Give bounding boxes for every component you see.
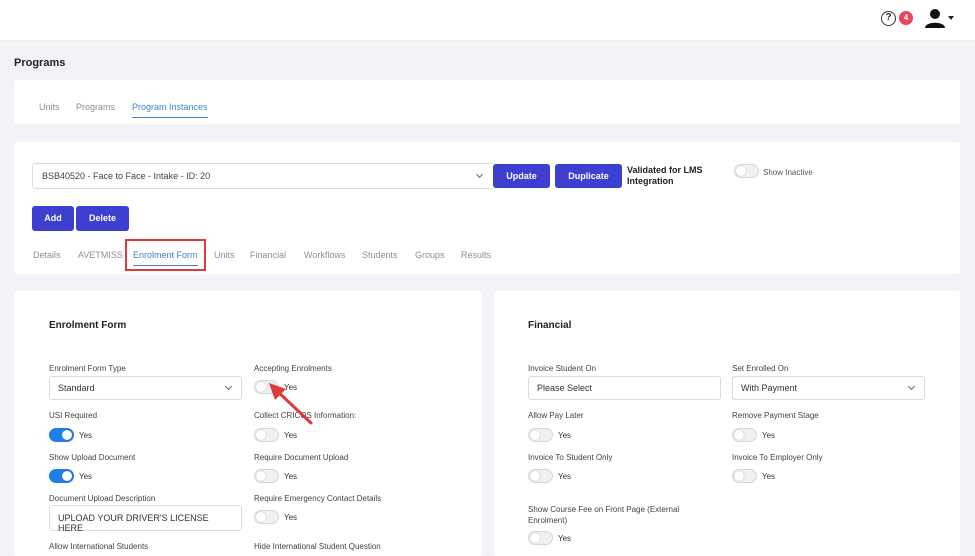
subtab-avetmiss[interactable]: AVETMISS (78, 250, 123, 260)
set-enrolled-on-select[interactable]: With Payment (732, 376, 925, 400)
yes-label: Yes (762, 472, 776, 481)
tab-program-instances[interactable]: Program Instances (132, 102, 208, 118)
show-inactive-toggle[interactable] (734, 164, 759, 178)
emergency-contact-toggle[interactable] (254, 510, 279, 524)
subtab-groups[interactable]: Groups (415, 250, 445, 260)
subtab-students[interactable]: Students (362, 250, 398, 260)
form-type-value: Standard (58, 383, 95, 393)
page-title: Programs (14, 57, 66, 69)
top-bar: ? 4 (0, 0, 975, 40)
notification-badge[interactable]: 4 (899, 11, 913, 25)
financial-panel: Financial Invoice Student On Please Sele… (494, 291, 960, 556)
yes-label: Yes (284, 431, 298, 440)
subtab-financial[interactable]: Financial (250, 250, 286, 260)
yes-label: Yes (558, 472, 572, 481)
usi-required-label: USI Required (49, 411, 98, 420)
set-enrolled-on-value: With Payment (741, 383, 798, 393)
annotation-highlight-box (125, 239, 206, 271)
duplicate-button[interactable]: Duplicate (555, 164, 622, 188)
set-enrolled-on-label: Set Enrolled On (732, 364, 789, 373)
invoice-student-only-label: Invoice To Student Only (528, 453, 613, 462)
upload-description-input[interactable]: UPLOAD YOUR DRIVER'S LICENSE HERE (49, 505, 242, 533)
upload-description-label: Document Upload Description (49, 494, 156, 503)
chevron-down-icon (475, 170, 484, 179)
program-tabs-card: Units Programs Program Instances (14, 80, 960, 124)
help-icon[interactable]: ? (881, 11, 896, 26)
yes-label: Yes (284, 513, 298, 522)
tab-programs[interactable]: Programs (76, 102, 115, 117)
subtab-workflows[interactable]: Workflows (304, 250, 345, 260)
invoice-employer-only-toggle[interactable] (732, 469, 757, 483)
subtab-details[interactable]: Details (33, 250, 61, 260)
instance-select-value: BSB40520 - Face to Face - Intake - ID: 2… (42, 171, 211, 181)
validated-lms-label: Validated for LMS Integration (627, 165, 703, 186)
invoice-employer-only-label: Invoice To Employer Only (732, 453, 823, 462)
yes-label: Yes (284, 472, 298, 481)
accepting-enrolments-label: Accepting Enrolments (254, 364, 332, 373)
require-upload-label: Require Document Upload (254, 453, 349, 462)
form-type-label: Enrolment Form Type (49, 364, 126, 373)
chevron-down-icon (224, 382, 233, 391)
course-fee-label: Show Course Fee on Front Page (External … (528, 505, 680, 525)
enrolment-form-title: Enrolment Form (49, 320, 127, 331)
invoice-student-on-label: Invoice Student On (528, 364, 597, 373)
form-type-select[interactable]: Standard (49, 376, 242, 400)
invoice-student-on-select[interactable]: Please Select (528, 376, 721, 400)
hide-international-label: Hide International Student Question (254, 542, 381, 551)
chevron-down-icon (907, 382, 916, 391)
usi-required-toggle[interactable] (49, 428, 74, 442)
yes-label: Yes (558, 431, 572, 440)
yes-label: Yes (79, 472, 93, 481)
user-avatar-icon[interactable] (924, 8, 946, 28)
enrolment-form-panel: Enrolment Form Enrolment Form Type Stand… (14, 291, 482, 556)
allow-pay-later-toggle[interactable] (528, 428, 553, 442)
remove-payment-stage-label: Remove Payment Stage (732, 411, 819, 420)
course-fee-toggle[interactable] (528, 531, 553, 545)
show-upload-toggle[interactable] (49, 469, 74, 483)
show-upload-label: Show Upload Document (49, 453, 136, 462)
instance-select[interactable]: BSB40520 - Face to Face - Intake - ID: 2… (32, 163, 495, 189)
require-upload-toggle[interactable] (254, 469, 279, 483)
yes-label: Yes (762, 431, 776, 440)
financial-title: Financial (528, 320, 572, 331)
delete-button[interactable]: Delete (76, 206, 129, 231)
yes-label: Yes (558, 534, 572, 543)
allow-pay-later-label: Allow Pay Later (528, 411, 584, 420)
yes-label: Yes (79, 431, 93, 440)
add-button[interactable]: Add (32, 206, 74, 231)
annotation-arrow-icon (269, 383, 313, 425)
tab-units[interactable]: Units (39, 102, 60, 117)
emergency-contact-label: Require Emergency Contact Details (254, 494, 382, 503)
international-students-label: Allow International Students (49, 542, 149, 551)
remove-payment-stage-toggle[interactable] (732, 428, 757, 442)
chevron-down-icon[interactable] (948, 16, 954, 20)
show-inactive-label: Show Inactive (763, 168, 813, 177)
subtab-results[interactable]: Results (461, 250, 491, 260)
invoice-student-only-toggle[interactable] (528, 469, 553, 483)
update-button[interactable]: Update (493, 164, 550, 188)
subtab-units[interactable]: Units (214, 250, 235, 260)
